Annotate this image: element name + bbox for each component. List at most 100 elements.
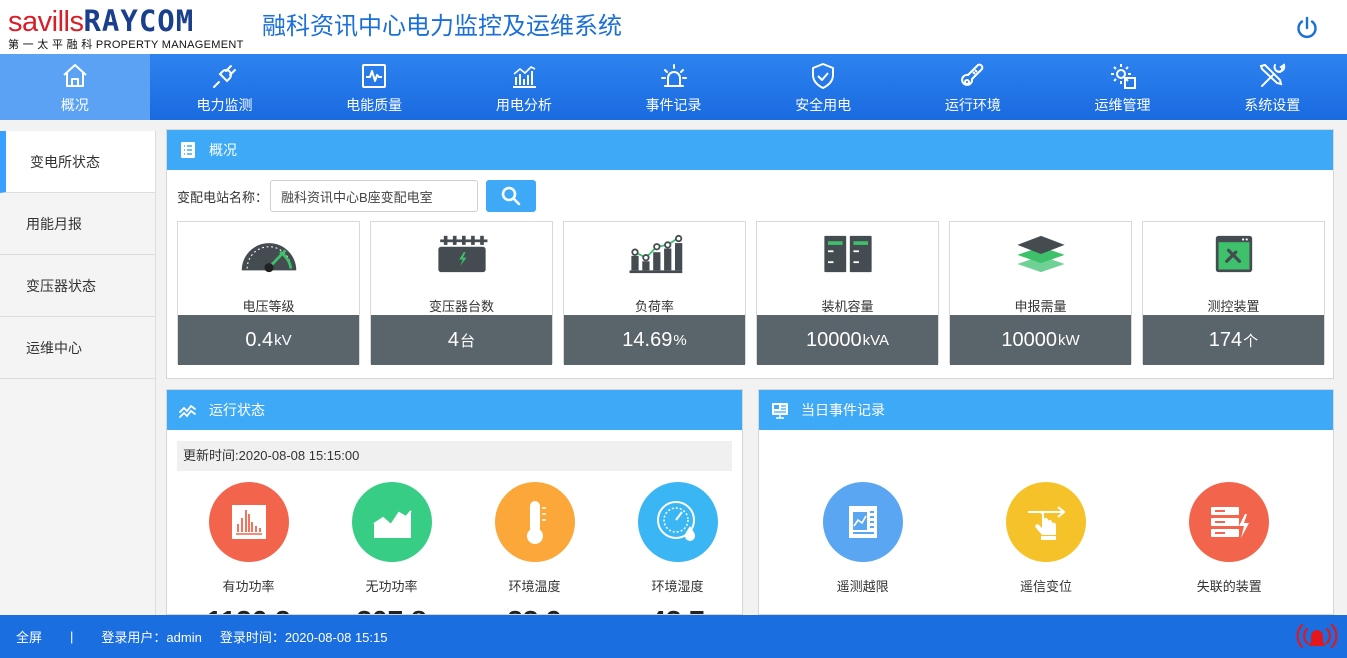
event-circle <box>822 482 903 562</box>
logo-savills: savills <box>8 6 84 38</box>
logo-subtitle: 第 一 太 平 融 科 PROPERTY MANAGEMENT <box>8 39 244 51</box>
card-label: 测控装置 <box>1207 299 1260 314</box>
value-number: 0.4 <box>245 328 274 351</box>
card-value: 0.4 kV <box>178 315 359 365</box>
footer-bar: 全屏 | 登录用户：admin 登录时间：2020-08-08 15:15 <box>0 615 1347 658</box>
company-logo: savillsRAYCOM 第 一 太 平 融 科 PROPERTY MANAG… <box>8 4 246 52</box>
overview-panel: 概况 变配电站名称： 电压等级 0.4kV 变压器台数 4台 负荷率 <box>166 129 1334 379</box>
nav-environment[interactable]: 运行环境 <box>898 54 1048 120</box>
card-declared-demand: 申报需量 10000 kW <box>949 221 1132 365</box>
event-disconnected-devices[interactable]: 失联的装置 <box>1144 482 1314 595</box>
nav-label: 运维管理 <box>1094 97 1151 113</box>
status-ambient-temperature: 环境温度 23.9 <box>463 482 606 614</box>
sidebar-item-transformer-status[interactable]: 变压器状态 <box>0 255 155 317</box>
report-chart-icon <box>848 506 877 538</box>
value-number: 10000 <box>1001 328 1057 351</box>
value-unit: 个 <box>1243 332 1259 350</box>
status-items: 有功功率 1126.2 无功功率 307.8 环境温度 23.9 环境湿度 43… <box>177 482 742 614</box>
nav-power-quality[interactable]: 电能质量 <box>299 54 449 120</box>
status-value: 1126.2 <box>206 605 290 614</box>
nav-maintenance[interactable]: 运维管理 <box>1048 54 1198 120</box>
power-icon[interactable] <box>1295 16 1319 40</box>
card-value: 10000 kW <box>950 315 1131 365</box>
event-board-icon <box>772 403 788 419</box>
status-circle <box>351 482 432 562</box>
nav-power-monitor[interactable]: 电力监测 <box>150 54 300 120</box>
nav-usage-analysis[interactable]: 用电分析 <box>449 54 599 120</box>
card-voltage-level: 电压等级 0.4 kV <box>177 221 360 365</box>
card-label: 变压器台数 <box>428 299 494 314</box>
card-value: 14.69% <box>564 315 745 365</box>
nav-label: 事件记录 <box>645 97 702 113</box>
nav-safety[interactable]: 安全用电 <box>748 54 898 120</box>
alarm-bell-icon[interactable] <box>1294 621 1340 651</box>
line-bar-chart-icon <box>629 234 682 274</box>
event-circle <box>1005 482 1086 562</box>
waveform-icon <box>362 64 387 88</box>
daily-events-header: 当日事件记录 <box>759 390 1333 430</box>
daily-events-title: 当日事件记录 <box>801 402 885 418</box>
hand-tap-icon <box>1027 506 1066 540</box>
event-label: 遥测越限 <box>836 579 889 594</box>
shield-check-icon <box>812 63 835 89</box>
event-label: 遥信变位 <box>1019 579 1072 594</box>
server-lightning-icon <box>1211 507 1250 538</box>
sidebar: 变电所状态 用能月报 变压器状态 运维中心 <box>0 131 156 615</box>
status-circle <box>208 482 289 562</box>
value-unit: 台 <box>460 332 476 350</box>
status-label: 环境温度 <box>508 579 561 594</box>
gauge-icon <box>241 243 296 273</box>
value-unit: % <box>673 331 687 349</box>
card-value: 174 个 <box>1143 315 1324 365</box>
spectrum-icon <box>231 505 266 539</box>
sidebar-item-substation-status[interactable]: 变电所状态 <box>0 131 155 193</box>
daily-events-panel: 当日事件记录 遥测越限 遥信变位 失联的装置 <box>758 389 1334 615</box>
home-icon <box>63 64 87 87</box>
login-user: 登录用户：admin <box>101 630 202 645</box>
nav-label: 运行环境 <box>944 97 1001 113</box>
nav-label: 安全用电 <box>795 97 852 113</box>
event-items: 遥测越限 遥信变位 失联的装置 <box>759 482 1333 595</box>
value-number: 174 <box>1208 328 1243 351</box>
event-circle <box>1189 482 1270 562</box>
event-telemetry-limit[interactable]: 遥测越限 <box>778 482 948 595</box>
transformer-icon <box>437 235 487 273</box>
search-button[interactable] <box>486 180 537 212</box>
layers-icon <box>1016 235 1065 273</box>
station-name-input[interactable] <box>270 180 479 212</box>
trend-icon <box>179 404 196 418</box>
sidebar-item-maintenance-center[interactable]: 运维中心 <box>0 317 155 379</box>
main-nav: 概况 电力监测 电能质量 用电分析 事件记录 安全用电 运行环境 运维管理 系统… <box>0 54 1347 120</box>
nav-system-settings[interactable]: 系统设置 <box>1197 54 1347 120</box>
nav-overview[interactable]: 概况 <box>0 54 150 120</box>
card-control-devices: 测控装置 174 个 <box>1142 221 1325 365</box>
status-circle <box>494 482 575 562</box>
thermometer-icon <box>960 63 984 86</box>
bar-chart-icon <box>512 66 536 88</box>
area-chart-icon <box>372 510 412 538</box>
status-circle <box>637 482 718 562</box>
footer-separator: | <box>70 629 74 644</box>
nav-label: 用电分析 <box>495 97 552 113</box>
sidebar-item-monthly-report[interactable]: 用能月报 <box>0 193 155 255</box>
status-active-power: 有功功率 1126.2 <box>177 482 320 614</box>
status-reactive-power: 无功功率 307.8 <box>320 482 463 614</box>
nav-label: 系统设置 <box>1244 97 1301 113</box>
card-value: 10000 kVA <box>757 315 938 365</box>
login-time: 登录时间：2020-08-08 15:15 <box>219 630 388 645</box>
card-value: 4台 <box>371 315 552 365</box>
status-value: 43.7 <box>650 605 705 614</box>
fullscreen-link[interactable]: 全屏 <box>16 627 42 646</box>
nav-label: 电力监测 <box>196 97 253 113</box>
card-label: 电压等级 <box>242 299 295 314</box>
device-monitor-icon <box>1215 235 1252 273</box>
station-name-label: 变配电站名称： <box>177 189 269 205</box>
server-cabinet-icon <box>823 235 872 273</box>
event-remote-signal-change[interactable]: 遥信变位 <box>961 482 1131 595</box>
search-row: 变配电站名称： <box>177 180 537 212</box>
nav-label: 概况 <box>60 97 89 113</box>
run-status-header: 运行状态 <box>167 390 742 430</box>
nav-event-log[interactable]: 事件记录 <box>599 54 749 120</box>
update-time: 更新时间:2020-08-08 15:15:00 <box>177 441 732 471</box>
logo-raycom: RAYCOM <box>83 4 195 38</box>
